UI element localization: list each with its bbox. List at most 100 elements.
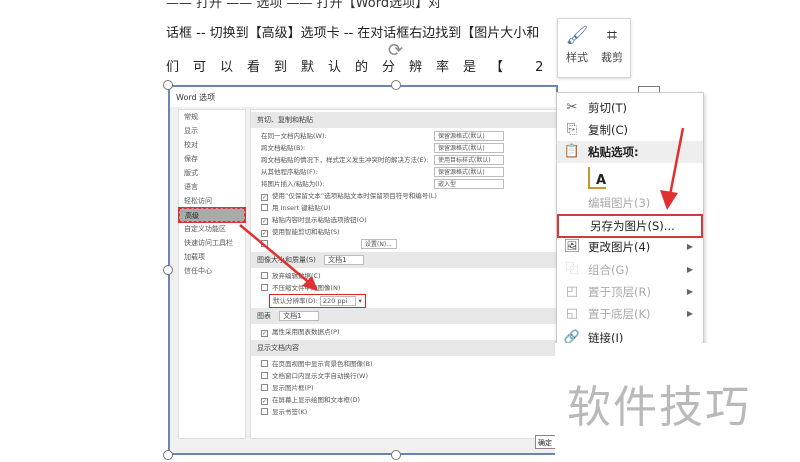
paste-option-row: 从其他程序粘贴(F): 保留源格式(默认) [251,166,559,178]
paste-keep-text-icon: A [588,167,606,189]
picture-style-icon: 🖌 [565,25,589,46]
checkbox[interactable]: ✓ [261,218,268,225]
menu-copy[interactable]: ⎘ 复制(C) [557,119,703,141]
menu-change-picture[interactable]: 🖼 更改图片(4) ▶ [557,236,703,258]
paste-option-select[interactable]: 保留源格式(默认) [434,167,504,177]
checkbox-row[interactable]: 放弃编辑数据(C) [251,270,559,282]
menu-cut-label: 剪切(T) [588,101,627,115]
paste-option-row: 将图片插入/粘贴为(I): 嵌入型 [251,178,559,190]
clipboard-icon: 📋 [563,144,581,159]
checkbox-label: 使用“仅保留文本”选项粘贴文本时保留项目符号和编号(L) [272,192,437,200]
section-chart: 图表 文档1 [251,308,559,324]
menu-copy-label: 复制(C) [588,123,629,137]
checkbox-row[interactable]: 用 Insert 键粘贴(U) [251,202,559,214]
style-label: 样式 [566,51,588,64]
checkbox[interactable]: ✓ [261,230,268,237]
menu-save-as-picture[interactable]: 另存为图片(S)... [557,214,703,238]
crop-icon: ⌗ [606,25,618,46]
checkbox-row[interactable]: ✓ 使用“仅保留文本”选项粘贴文本时保留项目符号和编号(L) [251,190,559,202]
resize-handle[interactable] [391,80,401,90]
style-button[interactable]: 🖌 样式 [560,25,594,65]
nav-item[interactable]: 信任中心 [179,264,245,278]
nav-item[interactable]: 加载项 [179,250,245,264]
resize-handle[interactable] [391,450,401,460]
context-menu: ✂ 剪切(T) ⎘ 复制(C) 📋 粘贴选项: A 编辑图片(3) 另存为图片(S).… [556,92,704,350]
section-image-label: 图像大小和质量(S) [257,256,316,264]
paste-option-label: 将图片插入/粘贴为(I): [261,180,325,188]
settings-button[interactable]: 设置(N)... [361,239,397,249]
menu-cut[interactable]: ✂ 剪切(T) [557,97,703,119]
edit-picture-label: 编辑图片(3) [588,196,651,210]
nav-item[interactable]: 校对 [179,138,245,152]
paste-option-select[interactable]: 保留源格式(默认) [434,143,504,153]
watermark-text: 软件技巧 [567,382,751,433]
settings-row: 设置(N)... [251,238,559,250]
checkbox[interactable] [261,284,268,291]
group-icon: ⿻ [565,262,579,277]
checkbox-row[interactable]: 不压缩文件中的图像(N) [251,282,559,294]
checkbox-row[interactable]: 文档窗口内显示文字自动换行(W) [251,370,559,382]
submenu-arrow-icon: ▶ [686,309,693,318]
resize-handle[interactable] [163,80,173,90]
nav-item[interactable]: 快速访问工具栏 [179,236,245,250]
doc-text-line-3: 们可以看到默认的分辨率是【 220 [166,60,602,75]
checkbox-label: 显示图片框(P) [272,384,314,392]
checkbox-row[interactable]: 显示书签(K) [251,406,559,418]
checkbox-row[interactable]: ✓ 粘贴内容时显示粘贴选项按钮(O) [251,214,559,226]
paste-text-only-button[interactable]: A [557,165,703,193]
checkbox-row[interactable]: ✓ 在屏幕上显示绘图和文本框(D) [251,394,559,406]
checkbox[interactable] [261,408,268,415]
checkbox[interactable]: ✓ [261,398,268,405]
checkbox[interactable]: ✓ [261,194,268,201]
checkbox[interactable] [261,360,268,367]
send-back-icon: ◱ [565,306,579,321]
checkbox-label: 不压缩文件中的图像(N) [272,284,341,292]
section-chart-label: 图表 [257,312,271,320]
nav-item[interactable]: 高级 [178,207,246,223]
paste-option-select[interactable]: 使用目标样式(默认) [434,155,504,165]
crop-button[interactable]: ⌗ 裁剪 [595,25,629,65]
paste-option-label: 跨文档粘贴的情况下，样式定义发生冲突时的解决方法(E): [261,156,429,164]
crop-label: 裁剪 [601,51,623,64]
chart-check-label: 属性采用图表数据点(P) [272,328,340,336]
checkbox[interactable] [261,384,268,391]
paste-option-select[interactable]: 嵌入型 [434,179,504,189]
rotate-handle-icon[interactable]: ⟳ [388,40,403,61]
nav-item[interactable]: 保存 [179,152,245,166]
submenu-arrow-icon: ▶ [686,265,693,274]
nav-item[interactable]: 常规 [179,110,245,124]
checkbox[interactable] [261,272,268,279]
chart-doc-select[interactable]: 文档1 [279,311,319,321]
image-doc-select[interactable]: 文档1 [324,255,364,265]
nav-item[interactable]: 显示 [179,124,245,138]
paste-option-label: 从其他程序粘贴(F): [261,168,318,176]
paste-option-select[interactable]: 保留源格式(默认) [434,131,504,141]
nav-item[interactable]: 轻松访问 [179,194,245,208]
paste-option-label: 在同一文档内粘贴(W): [261,132,327,140]
checkbox[interactable] [261,204,268,211]
resize-handle[interactable] [163,265,173,275]
submenu-arrow-icon: ▶ [686,242,693,251]
nav-item[interactable]: 自定义功能区 [179,222,245,236]
resolution-select[interactable]: 220 ppi [319,296,357,306]
checkbox-row[interactable]: 在页面视图中显示背景色和图像(B) [251,358,559,370]
nav-item[interactable]: 版式 [179,166,245,180]
nav-item[interactable]: 语言 [179,180,245,194]
section-image-quality: 图像大小和质量(S) 文档1 [251,252,559,268]
send-back-label: 置于底层(K) [588,307,651,321]
chart-checkbox-row[interactable]: ✓ 属性采用图表数据点(P) [251,326,559,338]
checkbox-label: 用 Insert 键粘贴(U) [272,204,331,212]
selected-picture[interactable]: Word 选项 常规 显示 校对 保存 版式 语言 轻松访问 高级 自定义功能区 快速访问工具栏加… [168,85,565,455]
bring-front-icon: ◰ [565,284,579,299]
checkbox-row[interactable]: ✓ 使用智能剪切和粘贴(S) [251,226,559,238]
change-picture-icon: 🖼 [563,239,581,254]
menu-send-back: ◱ 置于底层(K) ▶ [557,303,703,325]
menu-paste-options: 📋 粘贴选项: [557,141,703,163]
group-label: 组合(G) [588,263,629,277]
resize-handle[interactable] [163,450,173,460]
paste-option-label: 跨文档粘贴(B): [261,144,306,152]
checkbox-row[interactable]: 显示图片框(P) [251,382,559,394]
resolution-label: 默认分辨率(D): [273,297,318,305]
checkbox[interactable] [261,372,268,379]
mini-toolbar: 🖌 样式 ⌗ 裁剪 [557,18,631,78]
